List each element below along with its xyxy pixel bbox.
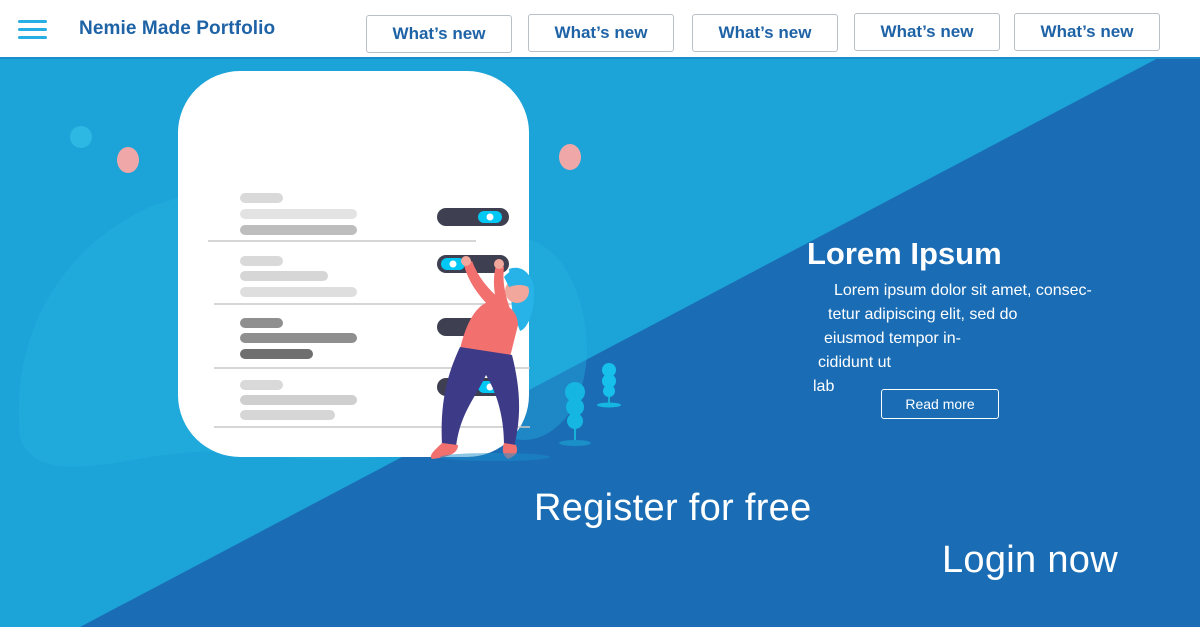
hero-title: Lorem Ipsum xyxy=(807,236,1002,271)
decor-pink-dot xyxy=(559,144,581,170)
hero-body-line: cididunt ut xyxy=(818,354,891,371)
menu-line xyxy=(18,28,47,31)
top-navigation-bar: Nemie Made Portfolio What’s new What’s n… xyxy=(0,0,1200,57)
decor-pink-dot xyxy=(117,147,139,173)
nav-button-whats-new-4[interactable]: What’s new xyxy=(854,13,1000,51)
register-link[interactable]: Register for free xyxy=(534,487,812,530)
hamburger-menu-icon[interactable] xyxy=(18,20,48,42)
hero-section: Lorem Ipsum Lorem ipsum dolor sit amet, … xyxy=(0,57,1200,627)
hero-body-line: eiusmod tempor in- xyxy=(824,330,961,347)
brand-title[interactable]: Nemie Made Portfolio xyxy=(79,18,275,40)
nav-button-whats-new-1[interactable]: What’s new xyxy=(366,15,512,53)
hero-body-text: Lorem ipsum dolor sit amet, consec- tetu… xyxy=(812,279,1112,399)
hero-body-line: Lorem ipsum dolor sit amet, consec- xyxy=(834,282,1092,299)
decor-dot xyxy=(70,126,92,148)
read-more-button[interactable]: Read more xyxy=(881,389,999,419)
menu-line xyxy=(18,20,47,23)
nav-button-whats-new-2[interactable]: What’s new xyxy=(528,14,674,52)
hero-body-line: tetur adipiscing elit, sed do xyxy=(828,306,1018,323)
nav-button-whats-new-5[interactable]: What’s new xyxy=(1014,13,1160,51)
nav-button-whats-new-3[interactable]: What’s new xyxy=(692,14,838,52)
login-link[interactable]: Login now xyxy=(942,539,1118,582)
menu-line xyxy=(18,36,47,39)
